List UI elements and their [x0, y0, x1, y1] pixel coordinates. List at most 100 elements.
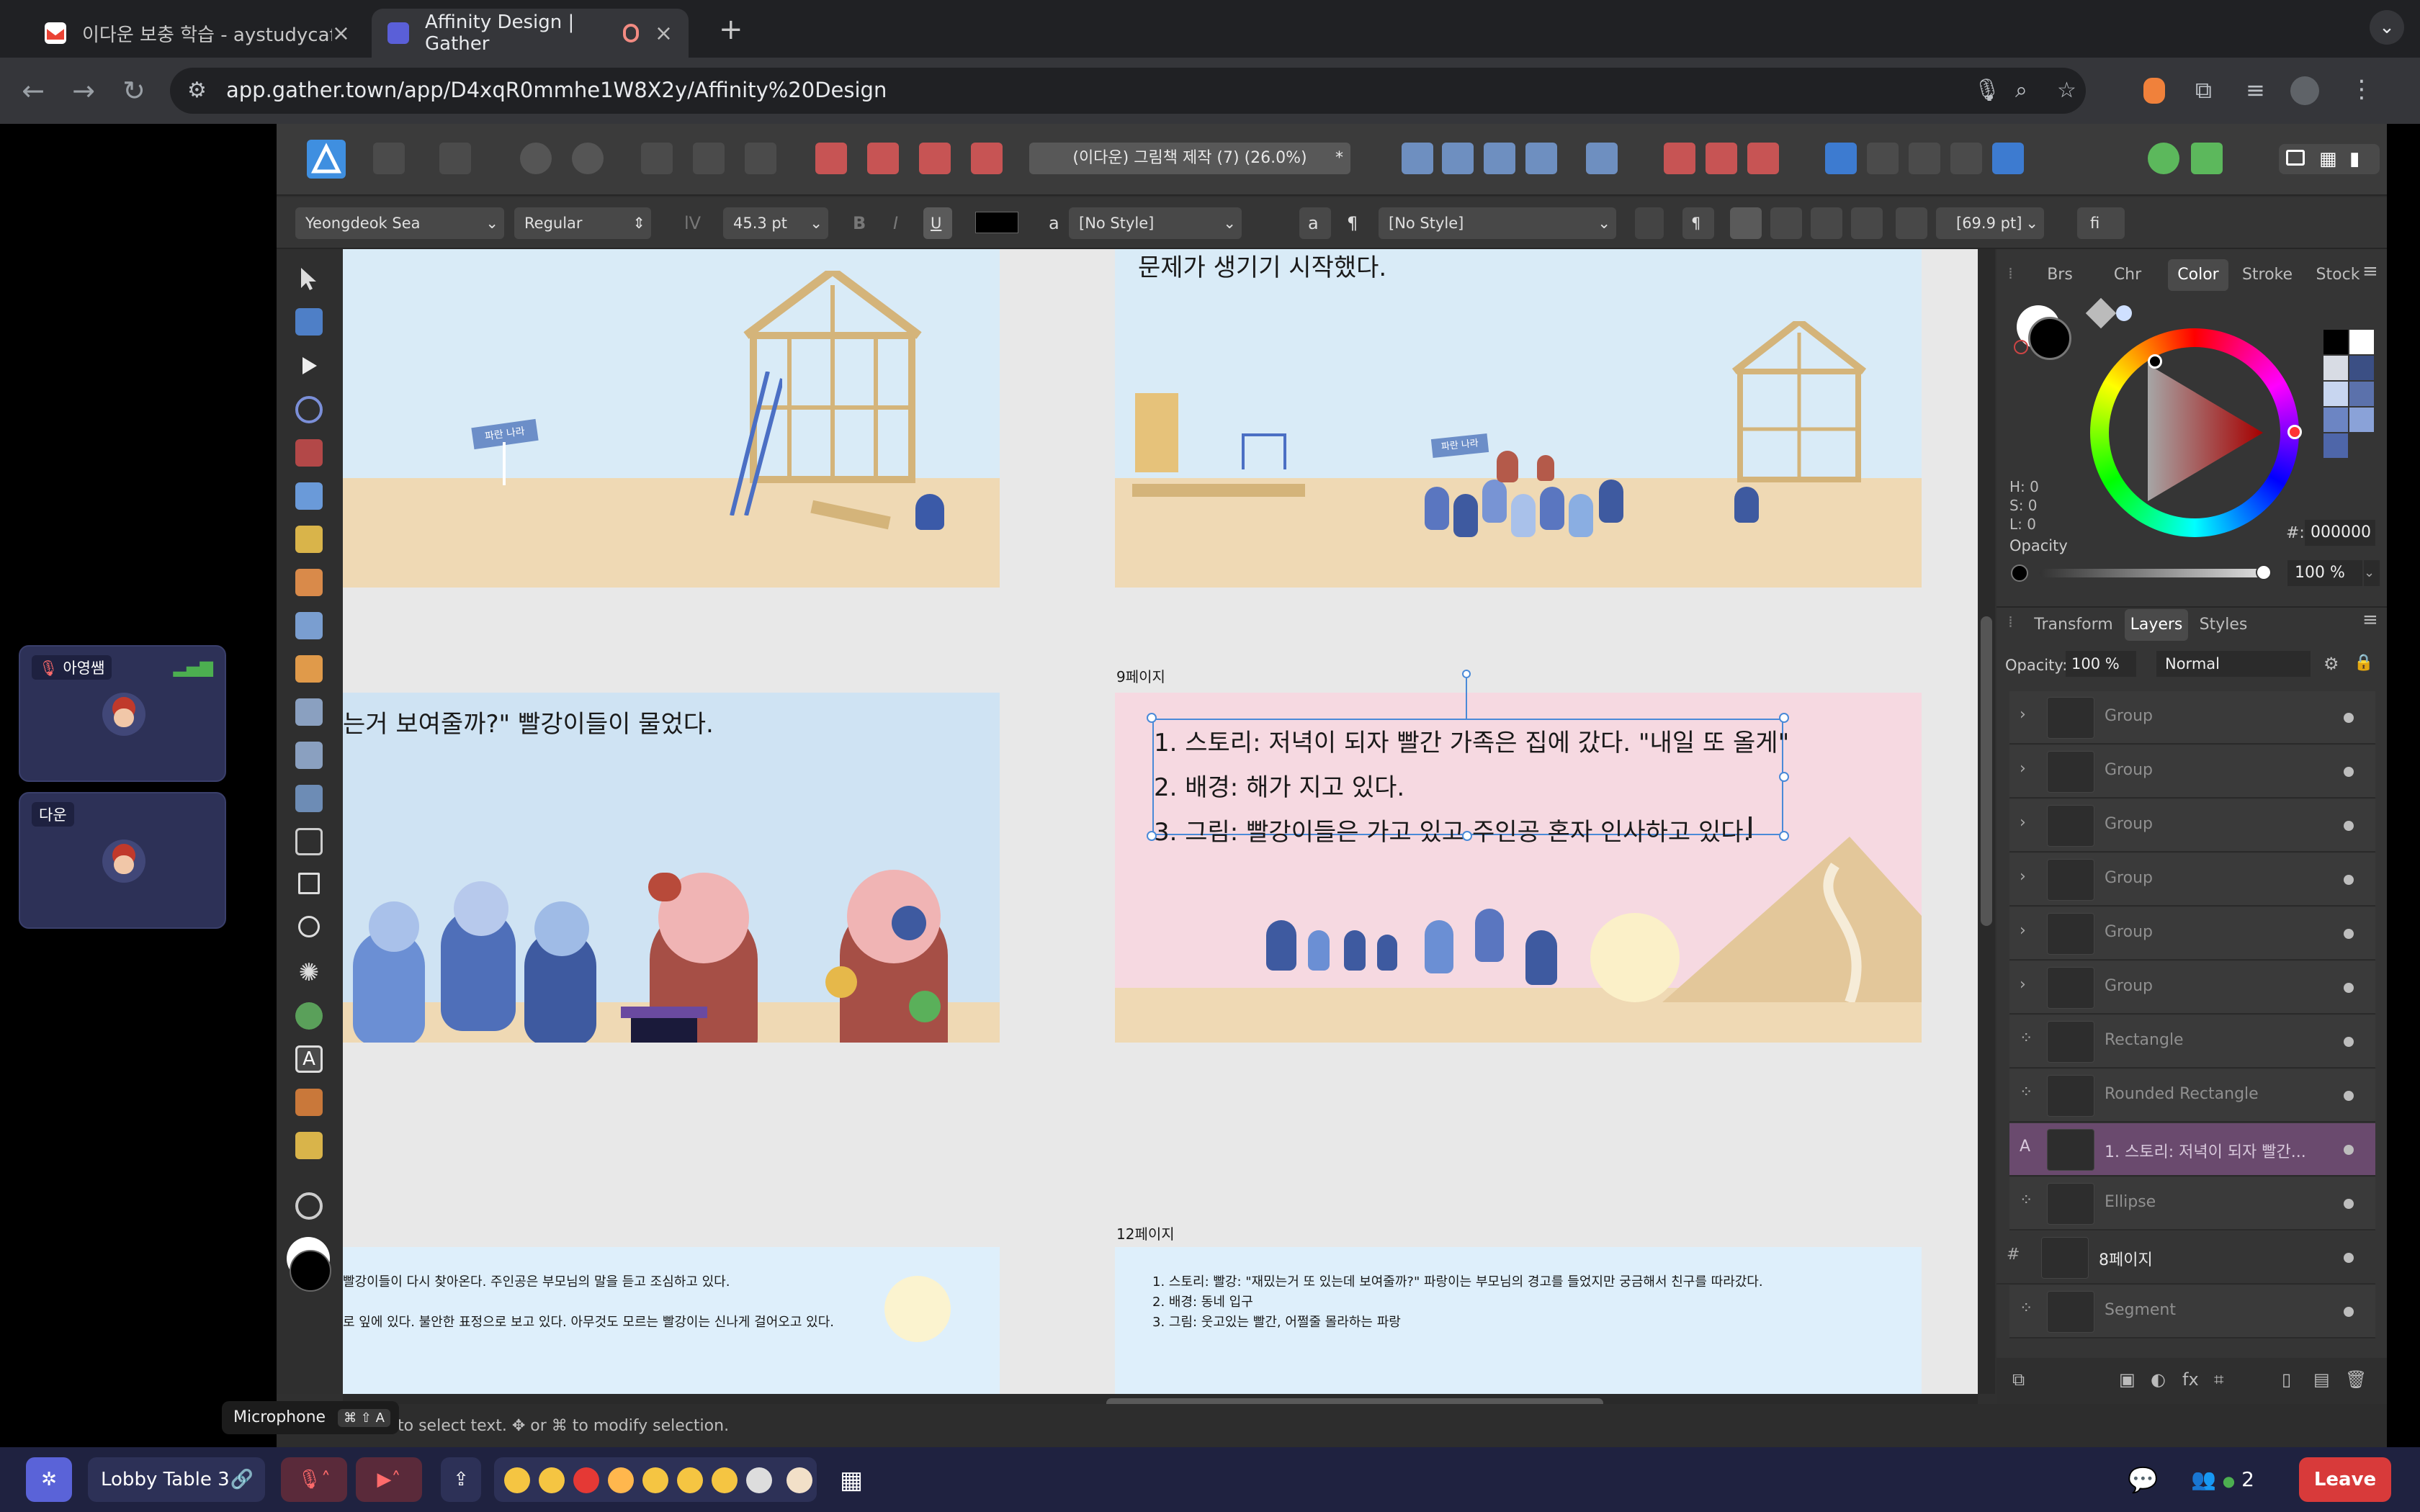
group-layers-icon[interactable]: ▤	[2313, 1369, 2330, 1390]
arrange-back-icon[interactable]	[815, 143, 847, 174]
vector-brush-tool-icon[interactable]	[295, 569, 323, 596]
visibility-dot-icon[interactable]	[2344, 821, 2354, 831]
address-bar[interactable]: ⚙ app.gather.town/app/D4xqR0mmhe1W8X2y/A…	[170, 68, 2086, 114]
layer-row[interactable]: ⁘ Rounded Rectangle	[2009, 1069, 2375, 1122]
fx-icon[interactable]: fx	[2182, 1369, 2199, 1390]
stroke-color-circle[interactable]	[2028, 317, 2071, 360]
a-style-button[interactable]: a	[1299, 207, 1331, 239]
rotate-right-icon[interactable]	[1525, 143, 1557, 174]
visibility-dot-icon[interactable]	[2344, 875, 2354, 885]
character-style-select[interactable]: [No Style] ⌄	[1069, 207, 1242, 239]
tab-affinity-gather[interactable]: Affinity Design | Gather ×	[372, 9, 689, 58]
page9-line-3[interactable]: 3. 그림: 빨강이들은 가고 있고 주인공 혼자 인사하고 있다.	[1154, 812, 1751, 847]
align-icon[interactable]	[1586, 143, 1618, 174]
visibility-dot-icon[interactable]	[2344, 1145, 2354, 1155]
visibility-dot-icon[interactable]	[2344, 713, 2354, 723]
arrange-front-icon[interactable]	[971, 143, 1003, 174]
pixel-persona-icon[interactable]	[373, 143, 405, 174]
fill-tool-icon[interactable]	[295, 612, 323, 639]
forward-icon[interactable]: →	[63, 71, 104, 111]
adjustment-icon[interactable]: ◐	[2151, 1369, 2166, 1390]
chevron-right-icon[interactable]: ›	[2020, 760, 2026, 778]
pen-tool-icon[interactable]	[295, 482, 323, 510]
extension-icon[interactable]	[2143, 78, 2165, 104]
participants-button[interactable]: 👥 ● 2	[2191, 1467, 2254, 1491]
tab-styles[interactable]: Styles	[2194, 609, 2253, 641]
flip-horizontal-icon[interactable]	[1402, 143, 1433, 174]
page-top-right[interactable]: 문제가 생기기 시작했다. 파란 나라	[1115, 249, 1922, 588]
artboard-tool-icon[interactable]	[295, 308, 323, 336]
resize-handle[interactable]	[1779, 713, 1789, 723]
arrange-forward-icon[interactable]	[919, 143, 951, 174]
media-control-icon[interactable]: ≡	[2246, 76, 2265, 104]
no-color-icon[interactable]	[2014, 340, 2028, 354]
resize-handle[interactable]	[1779, 831, 1789, 841]
close-doc-icon[interactable]: *	[1335, 143, 1343, 174]
eyedropper-icon[interactable]	[2085, 297, 2117, 329]
chevron-down-icon[interactable]: ⌄	[2364, 560, 2380, 586]
pencil-red-tool-icon[interactable]	[295, 439, 323, 467]
bold-button[interactable]: B	[853, 207, 866, 239]
insert-icon-2[interactable]	[1867, 143, 1899, 174]
browser-menu-icon[interactable]: ⋮	[2349, 75, 2374, 104]
clap-emoji-icon[interactable]	[712, 1467, 738, 1493]
back-icon[interactable]: ←	[13, 71, 53, 111]
insert-icon-1[interactable]	[1825, 143, 1857, 174]
document-title[interactable]: (이다운) 그림책 제작 (7) (26.0%) *	[1029, 143, 1350, 174]
panda-emoji-icon[interactable]	[746, 1467, 772, 1493]
visibility-dot-icon[interactable]	[2344, 1091, 2354, 1101]
microphone-toggle-button[interactable]: 🎙˄	[281, 1457, 347, 1502]
ellipse-tool-icon[interactable]	[298, 916, 320, 937]
select-same-icon[interactable]	[693, 143, 725, 174]
laugh-emoji-icon[interactable]	[677, 1467, 703, 1493]
zoom-tool-icon[interactable]	[295, 1192, 323, 1220]
panel-grip-icon[interactable]: ⁞	[2008, 265, 2013, 283]
apps-grid-icon[interactable]: ▦	[840, 1466, 863, 1495]
chevron-right-icon[interactable]: ›	[2020, 976, 2026, 994]
boolean-subtract-icon[interactable]	[1706, 143, 1737, 174]
desktop-icon[interactable]	[2286, 150, 2305, 166]
paragraph-style-select[interactable]: [No Style] ⌄	[1379, 207, 1616, 239]
chat-icon[interactable]: 💬	[2128, 1466, 2158, 1495]
page9-line-1[interactable]: 1. 스토리: 저녁이 되자 빨간 가족은 집에 갔다. "내일 또 올게"	[1154, 723, 1789, 758]
rectangle-tool-icon[interactable]	[298, 873, 320, 894]
visibility-dot-icon[interactable]	[2344, 1253, 2354, 1263]
tab-search-icon[interactable]: ⌄	[2370, 10, 2404, 45]
layers-options-icon[interactable]: ⧉	[2012, 1369, 2025, 1390]
align-center-icon[interactable]	[1770, 207, 1802, 239]
tab-character[interactable]: Chr	[2100, 259, 2155, 291]
flip-vertical-icon[interactable]	[1442, 143, 1474, 174]
panel-menu-icon[interactable]: ≡	[2362, 609, 2378, 631]
tab-stroke[interactable]: Stroke	[2234, 259, 2300, 291]
font-size-field[interactable]: 45.3 pt ⌄	[723, 207, 828, 239]
tab-transform[interactable]: Transform	[2028, 609, 2119, 641]
layer-settings-icon[interactable]: ⚙	[2323, 654, 2339, 674]
text-color-swatch[interactable]	[975, 212, 1018, 233]
font-weight-select[interactable]: Regular ⇕	[514, 207, 651, 239]
assistant-icon[interactable]	[2148, 143, 2179, 174]
camera-toggle-button[interactable]: ▶˄	[356, 1457, 422, 1502]
mask-icon[interactable]: ▣	[2119, 1369, 2136, 1390]
leading-icon[interactable]: lV	[684, 207, 701, 239]
align-right-icon[interactable]	[1811, 207, 1842, 239]
tab-color[interactable]: Color	[2168, 259, 2228, 291]
page9-line-2[interactable]: 2. 배경: 해가 지고 있다.	[1154, 768, 1404, 803]
participant-tile[interactable]: 🎙 아영쌤 ▂▄▆	[19, 645, 226, 782]
link-icon[interactable]: 🔗	[230, 1457, 254, 1502]
arrange-backward-icon[interactable]	[867, 143, 899, 174]
corner-tool-icon[interactable]	[295, 396, 323, 423]
layer-row[interactable]: › Group	[2009, 745, 2375, 798]
grid-icon[interactable]: ▦	[2319, 148, 2337, 170]
node-tool-icon[interactable]	[295, 353, 323, 380]
visibility-dot-icon[interactable]	[2344, 1037, 2354, 1047]
resize-handle[interactable]	[1147, 713, 1157, 723]
chevron-right-icon[interactable]: ›	[2020, 706, 2026, 724]
lock-icon[interactable]: 🔒	[2354, 654, 2373, 672]
align-left-icon[interactable]	[1730, 207, 1762, 239]
hex-input[interactable]: 000000	[2305, 520, 2375, 546]
visibility-dot-icon[interactable]	[2344, 983, 2354, 993]
room-button[interactable]: Lobby Table 3 🔗	[88, 1457, 265, 1502]
measure-tool-icon[interactable]	[295, 1132, 323, 1159]
page-mid-left[interactable]: 는거 보여줄까?" 빨강이들이 물었다.	[343, 693, 1000, 1043]
hue-handle[interactable]	[2287, 425, 2302, 439]
